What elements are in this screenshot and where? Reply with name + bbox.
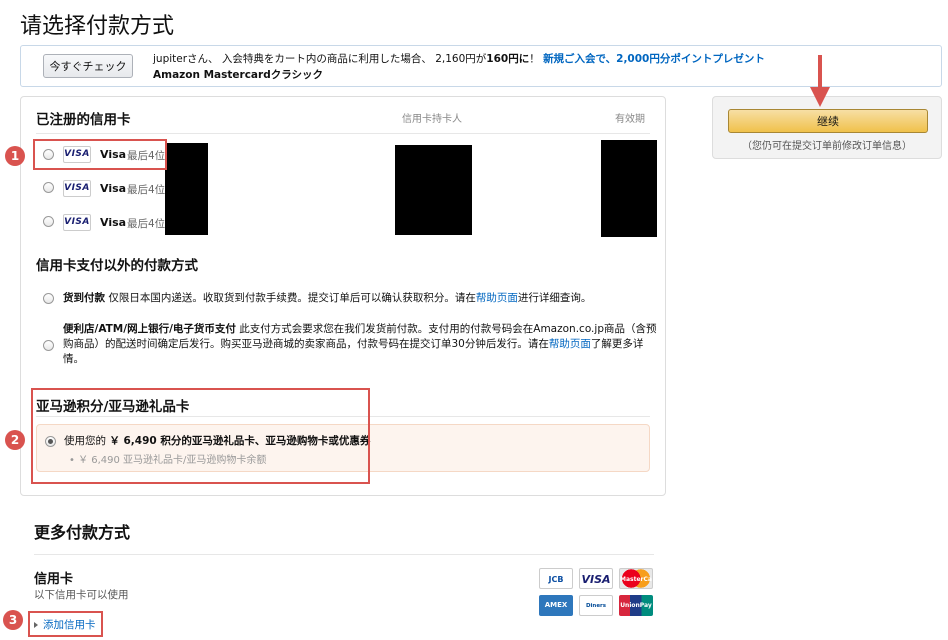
divider [34, 554, 654, 555]
annotation-arrow-down-icon [810, 55, 830, 107]
registered-cards-title: 已注册的信用卡 [36, 112, 131, 128]
card-brand: Visa [100, 216, 127, 229]
amex-logo-icon: AMEX [539, 595, 573, 616]
promo-text-c: ！ [529, 53, 544, 65]
convenience-option: 便利店/ATM/网上银行/电子货币支付 此支付方式会要求您在我们发货前付款。支付… [63, 322, 657, 367]
card-radio-2[interactable] [43, 182, 54, 193]
convenience-name: 便利店/ATM/网上银行/电子货币支付 [63, 323, 236, 335]
card-radio-3[interactable] [43, 216, 54, 227]
mastercard-promo-banner: 今すぐチェック jupiterさん、 入会特典をカート内の商品に利用した場合、 … [20, 45, 942, 87]
cod-help-link[interactable]: 帮助页面 [476, 292, 518, 304]
credit-card-title: 信用卡 [34, 572, 74, 587]
annotation-box-3 [28, 611, 103, 637]
mastercard-logo-icon: MasterCard [619, 568, 653, 589]
annotation-box-2 [31, 388, 370, 484]
cod-tail: 进行详细查询。 [517, 292, 592, 304]
promo-text-a: jupiterさん、 入会特典をカート内の商品に利用した場合、 2,160円が [153, 53, 487, 65]
annotation-badge-3: 3 [3, 610, 23, 630]
promo-card-name: Amazon Mastercardクラシック [153, 69, 324, 81]
promo-link[interactable]: 新規ご入会で、2,000円分ポイントプレゼント [543, 53, 765, 65]
convenience-text-3: 情。 [63, 353, 84, 365]
cod-option: 货到付款 仅限日本国内递送。收取货到付款手续费。提交订单后可以确认获取积分。请在… [63, 291, 653, 306]
annotation-badge-2: 2 [5, 430, 25, 450]
visa-icon: VISA [63, 180, 91, 197]
jcb-logo-icon: JCB [539, 568, 573, 589]
visa-icon: VISA [63, 214, 91, 231]
credit-card-subtitle: 以下信用卡可以使用 [34, 589, 129, 601]
check-now-button[interactable]: 今すぐチェック [43, 54, 133, 78]
card-last4-label: 最后4位 [127, 218, 166, 230]
promo-text: jupiterさん、 入会特典をカート内の商品に利用した場合、 2,160円が1… [153, 51, 765, 66]
cod-radio[interactable] [43, 293, 54, 304]
divider [36, 133, 650, 134]
convenience-text-2: 购商品）的配送时间确定后发行。购买亚马逊商城的卖家商品，付款号码在提交订单30分… [63, 338, 549, 350]
redacted-card-number [165, 143, 208, 235]
visa-logo-icon: VISA [579, 568, 613, 589]
convenience-text-1: 此支付方式会要求您在我们发货前付款。支付用的付款号码会在Amazon.co.jp… [235, 323, 657, 335]
continue-button[interactable]: 继续 [728, 109, 928, 133]
card-brand: Visa [100, 182, 127, 195]
card-holder-column-header: 信用卡持卡人 [402, 114, 462, 125]
redacted-expiry [601, 140, 657, 237]
annotation-box-1 [33, 139, 167, 170]
expiry-column-header: 有效期 [615, 114, 645, 125]
convenience-tail: 了解更多详 [590, 338, 644, 350]
unionpay-logo-icon: UnionPay [619, 595, 653, 616]
diners-logo-icon: Diners Club [579, 595, 613, 616]
continue-note: （您仍可在提交订单前修改订单信息） [742, 141, 912, 152]
other-methods-title: 信用卡支付以外的付款方式 [36, 258, 198, 274]
page-title: 请选择付款方式 [20, 14, 175, 39]
redacted-card-holder [395, 145, 472, 235]
more-methods-title: 更多付款方式 [34, 523, 131, 542]
cod-name: 货到付款 [63, 292, 105, 304]
card-last4-label: 最后4位 [127, 184, 166, 196]
promo-price: 160円に [486, 53, 530, 65]
cod-description: 仅限日本国内递送。收取货到付款手续费。提交订单后可以确认获取积分。请在 [105, 292, 476, 304]
convenience-help-link[interactable]: 帮助页面 [549, 338, 591, 350]
annotation-badge-1: 1 [5, 146, 25, 166]
convenience-radio[interactable] [43, 340, 54, 351]
